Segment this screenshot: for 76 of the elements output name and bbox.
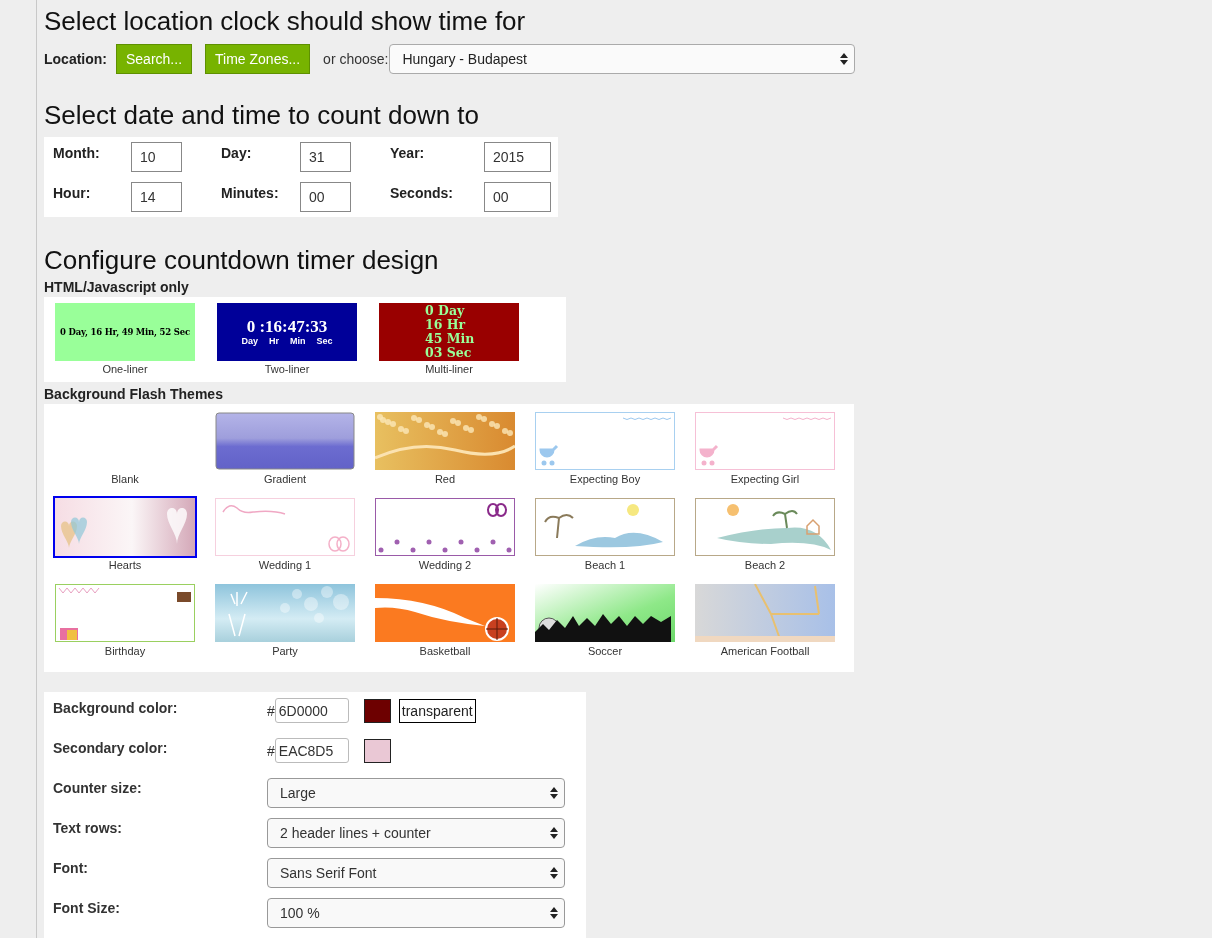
- field-label: Seconds:: [390, 184, 454, 203]
- setting-dropdown[interactable]: Large: [267, 778, 565, 808]
- field-label: Year:: [390, 144, 426, 163]
- setting-label: Font Size:: [53, 899, 121, 916]
- theme-caption: Blank: [110, 473, 140, 486]
- input-field[interactable]: 31: [300, 142, 351, 172]
- theme-caption: Soccer: [586, 645, 624, 658]
- multi-line-counter-preview[interactable]: 0 Day 16 Hr 45 Min 03 Sec: [379, 303, 519, 361]
- sort-caret-icon: [550, 867, 558, 879]
- input-field[interactable]: 10: [131, 142, 182, 172]
- input-field[interactable]: 2015: [484, 142, 551, 172]
- beach-drawing[interactable]: [533, 496, 677, 558]
- sort-caret-icon: [550, 827, 558, 839]
- theme-caption: Red: [433, 473, 457, 486]
- theme-caption: Expecting Boy: [568, 473, 642, 486]
- hash-label: #: [267, 742, 275, 759]
- hearts-drawing[interactable]: [53, 496, 197, 558]
- sort-caret-icon: [840, 53, 849, 65]
- setting-label: Background color:: [53, 699, 179, 716]
- setting-label: Counter size:: [53, 779, 143, 796]
- basketball-drawing[interactable]: [373, 582, 517, 644]
- location-dropdown[interactable]: Hungary - Budapest: [389, 44, 856, 74]
- field-label: Minutes:: [221, 184, 280, 203]
- field-label: Hour:: [53, 184, 92, 203]
- theme-caption: Basketball: [418, 645, 472, 658]
- setting-dropdown[interactable]: 100 %: [267, 898, 565, 928]
- baby-carriage-drawing[interactable]: [533, 410, 677, 472]
- input-field[interactable]: 6D0000: [274, 698, 349, 723]
- wedding-rings-drawing[interactable]: [373, 496, 517, 558]
- hash-label: #: [267, 702, 275, 719]
- color-swatch[interactable]: [363, 698, 391, 723]
- input-field[interactable]: 00: [484, 182, 551, 212]
- theme-caption: Hearts: [107, 559, 143, 572]
- theme-caption: Beach 2: [743, 559, 787, 572]
- field-label: Day:: [221, 144, 253, 163]
- section-heading: Select date and time to count down to: [44, 100, 481, 131]
- input-field[interactable]: 14: [131, 182, 182, 212]
- setting-label: Secondary color:: [53, 739, 169, 756]
- theme-caption: Wedding 2: [417, 559, 473, 572]
- gradient-drawing[interactable]: [213, 410, 357, 472]
- sort-caret-icon: [550, 907, 558, 919]
- theme-caption: American Football: [719, 645, 811, 658]
- beach-drawing[interactable]: [693, 496, 837, 558]
- theme-caption: Wedding 1: [257, 559, 313, 572]
- theme-caption: Gradient: [262, 473, 308, 486]
- choose-label: or choose:: [323, 51, 389, 67]
- baby-carriage-drawing[interactable]: [693, 410, 837, 472]
- theme-caption: Party: [271, 645, 299, 658]
- two-line-counter-preview[interactable]: 0 :16:47:33 Day Hr Min Sec: [217, 303, 357, 361]
- setting-dropdown[interactable]: Sans Serif Font: [267, 858, 565, 888]
- bokeh-wave-drawing[interactable]: [373, 410, 517, 472]
- input-field[interactable]: EAC8D5: [274, 738, 349, 763]
- field-label: Month:: [53, 144, 101, 163]
- soccer-crowd-drawing[interactable]: [533, 582, 677, 644]
- style-caption: Multi-liner: [424, 363, 474, 376]
- theme-caption: Beach 1: [583, 559, 627, 572]
- champagne-party-drawing[interactable]: [213, 582, 357, 644]
- sort-caret-icon: [550, 787, 558, 799]
- group-label: Background Flash Themes: [44, 386, 223, 402]
- input-field[interactable]: 00: [300, 182, 351, 212]
- setting-dropdown[interactable]: 2 header lines + counter: [267, 818, 565, 848]
- goalpost-drawing[interactable]: [693, 582, 837, 644]
- transparent-button[interactable]: transparent: [398, 698, 476, 723]
- style-caption: Two-liner: [263, 363, 311, 376]
- group-label: HTML/Javascript only: [44, 279, 189, 295]
- theme-caption: Birthday: [103, 645, 147, 658]
- setting-label: Font:: [53, 859, 89, 876]
- birthday-drawing[interactable]: [53, 582, 197, 644]
- theme-caption: Expecting Girl: [729, 473, 801, 486]
- section-heading: Configure countdown timer design: [44, 245, 440, 276]
- style-caption: One-liner: [101, 363, 149, 376]
- setting-label: Text rows:: [53, 819, 123, 836]
- color-swatch[interactable]: [363, 738, 391, 763]
- section-heading: Select location clock should show time for: [44, 6, 527, 37]
- location-label: Location:: [44, 51, 107, 67]
- one-line-counter-preview[interactable]: 0 Day, 16 Hr, 49 Min, 52 Sec: [55, 303, 195, 361]
